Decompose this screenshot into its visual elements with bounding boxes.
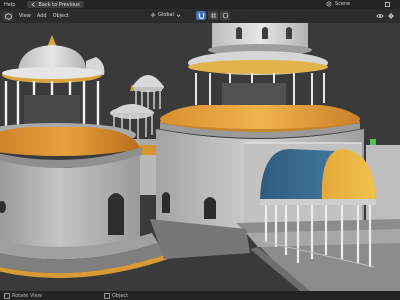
3d-viewport[interactable] — [0, 23, 400, 291]
help-menu[interactable]: Help — [4, 2, 15, 8]
snap-target-button[interactable] — [208, 11, 218, 20]
snap-toggle[interactable] — [196, 11, 206, 20]
scene-render[interactable] — [0, 23, 400, 291]
proportional-edit-button[interactable] — [220, 11, 230, 20]
viewport-display-tools — [376, 12, 395, 20]
status-rotate-view: Rotate View — [4, 292, 42, 299]
proportional-icon — [222, 12, 228, 19]
status-bar: Rotate View Object — [0, 291, 400, 300]
back-to-previous-button[interactable]: Back to Previous — [27, 1, 84, 8]
grid-icon — [210, 12, 216, 19]
scene-selector[interactable]: Scene — [326, 1, 350, 7]
status-object: Object — [103, 292, 129, 299]
mouse-middle-icon — [4, 292, 10, 299]
chevron-down-icon — [176, 13, 181, 17]
status-rotate-label: Rotate View — [12, 292, 42, 299]
top-bar: Help Back to Previous Scene — [0, 0, 400, 9]
menu-add[interactable]: Add — [37, 13, 47, 19]
status-object-label: Object — [111, 292, 129, 299]
back-to-previous-label: Back to Previous — [38, 1, 80, 8]
orientation-icon — [150, 12, 156, 18]
cube-icon — [4, 12, 12, 20]
visibility-icon[interactable] — [376, 12, 384, 20]
view-layer-icon[interactable] — [384, 1, 391, 8]
orientation-label: Global — [158, 12, 174, 18]
scene-name: Scene — [335, 1, 351, 7]
viewport-header: View Add Object Global — [0, 9, 400, 23]
mouse-right-icon — [103, 292, 110, 299]
snap-tools — [196, 11, 230, 20]
back-arrow-icon — [31, 2, 36, 7]
editor-type-button[interactable] — [3, 11, 13, 21]
gizmo-icon[interactable] — [387, 12, 395, 20]
menu-object[interactable]: Object — [53, 13, 69, 19]
menu-view[interactable]: View — [19, 13, 31, 19]
terrace-right — [236, 219, 400, 291]
snap-magnet-icon — [198, 13, 204, 19]
scene-icon — [326, 1, 332, 7]
transform-orientation-dropdown[interactable]: Global — [150, 12, 181, 18]
